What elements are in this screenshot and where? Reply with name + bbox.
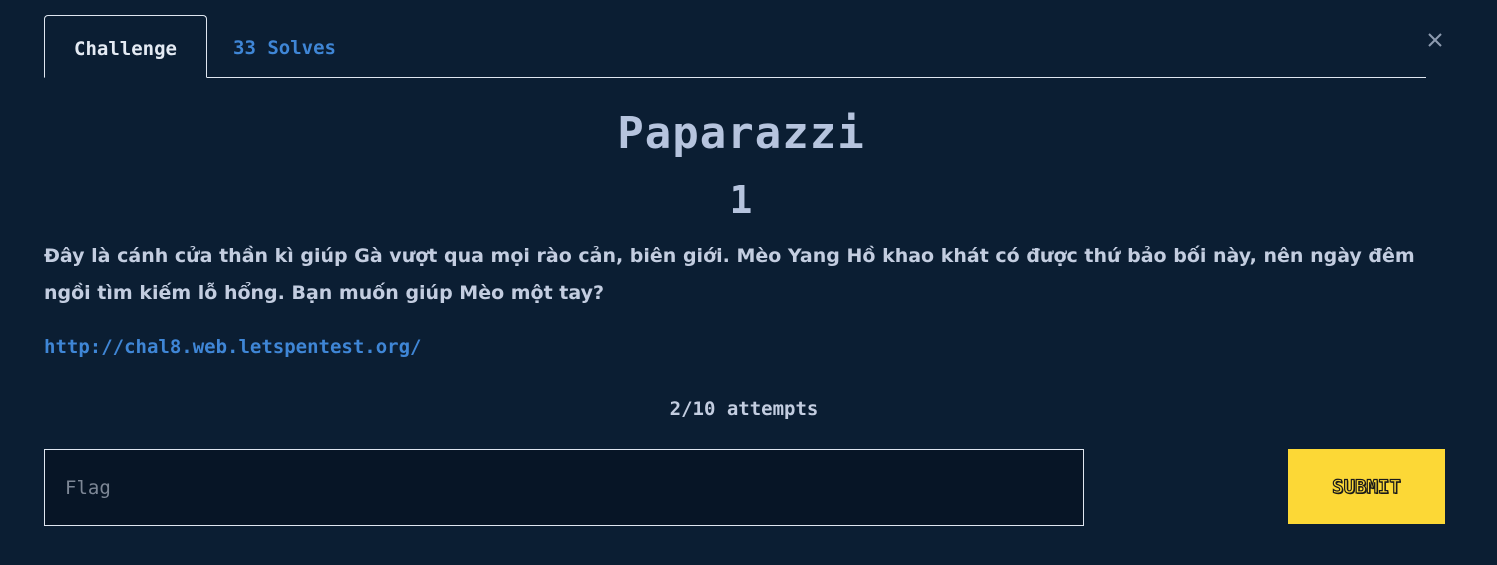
challenge-link[interactable]: http://chal8.web.letspentest.org/ xyxy=(44,336,422,358)
tab-solves[interactable]: 33 Solves xyxy=(233,15,336,77)
tab-bar: Challenge 33 Solves xyxy=(44,15,1426,78)
challenge-description: Đây là cánh cửa thần kì giúp Gà vượt qua… xyxy=(44,245,1415,304)
challenge-modal: Challenge 33 Solves Paparazzi 1 Đây là c… xyxy=(0,0,1497,565)
tab-challenge[interactable]: Challenge xyxy=(44,15,207,78)
attempts-counter: 2/10 attempts xyxy=(669,398,819,420)
submit-button[interactable]: SUBMIT xyxy=(1288,449,1445,524)
flag-input[interactable] xyxy=(44,449,1084,526)
close-icon[interactable] xyxy=(1424,30,1446,52)
challenge-points: 1 xyxy=(729,178,753,222)
challenge-title: Paparazzi xyxy=(617,108,865,159)
